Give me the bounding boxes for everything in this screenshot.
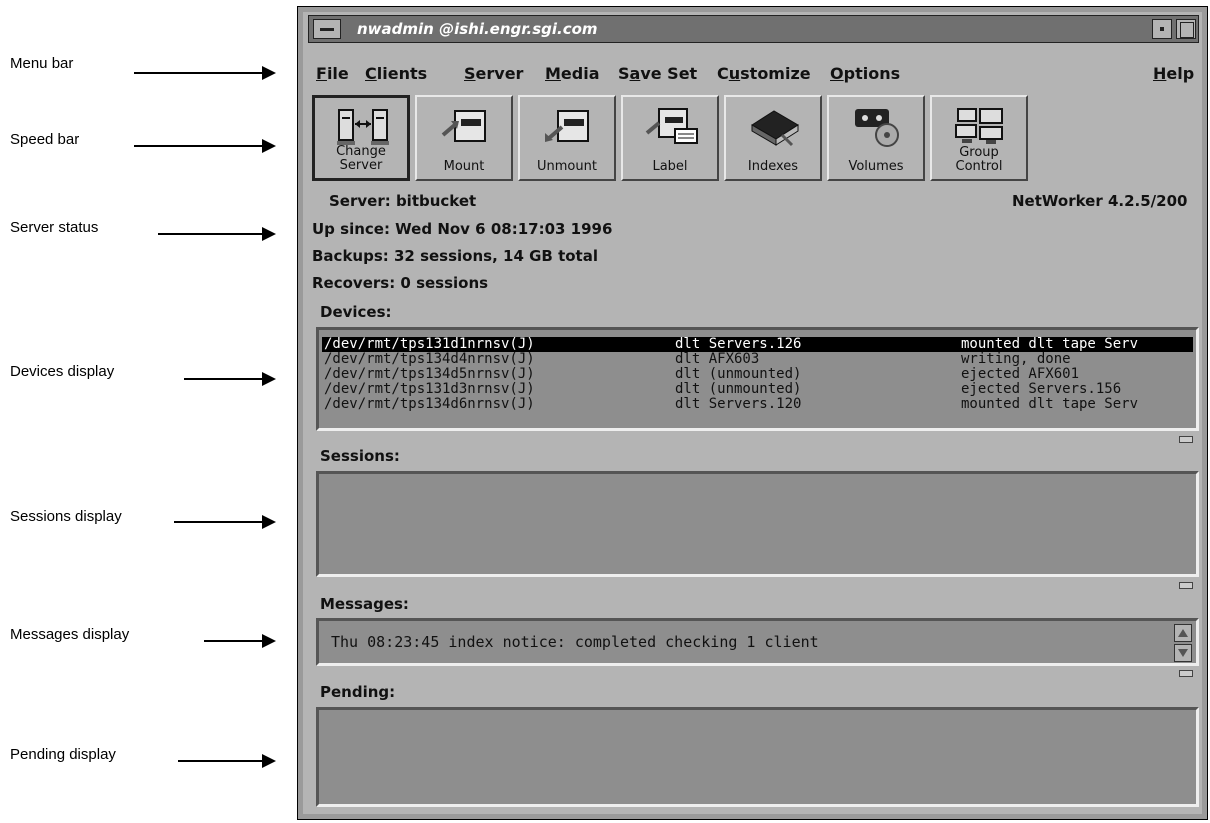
device-status: ejected AFX601 bbox=[961, 367, 1080, 382]
volumes-button[interactable]: Volumes bbox=[827, 95, 925, 181]
menu-customize[interactable]: Customize bbox=[717, 64, 811, 83]
volumes-icon bbox=[855, 109, 899, 147]
callout-devices-display: Devices display bbox=[10, 363, 115, 380]
minimize-icon[interactable] bbox=[1152, 19, 1172, 39]
recovers-status: Recovers: 0 sessions bbox=[312, 274, 489, 292]
server-name: Server: bitbucket bbox=[329, 192, 477, 210]
unmount-label: Unmount bbox=[537, 159, 597, 174]
callout-menu-bar: Menu bar bbox=[10, 55, 74, 72]
device-media: dlt AFX603 bbox=[675, 352, 760, 367]
label-button[interactable]: Label bbox=[621, 95, 719, 181]
callout-arrow bbox=[178, 754, 276, 768]
unmount-button[interactable]: Unmount bbox=[518, 95, 616, 181]
callout-messages-display: Messages display bbox=[10, 626, 130, 643]
menu-options[interactable]: Options bbox=[830, 64, 900, 83]
indexes-button[interactable]: Indexes bbox=[724, 95, 822, 181]
device-media: dlt (unmounted) bbox=[675, 367, 802, 382]
indexes-icon bbox=[751, 110, 799, 147]
callout-arrow bbox=[204, 634, 276, 648]
group-control-label: Group Control bbox=[955, 145, 1003, 174]
window-menu-icon[interactable] bbox=[313, 19, 341, 39]
label-label: Label bbox=[652, 159, 688, 174]
device-row[interactable]: /dev/rmt/tps134d4nrnsv(J) dlt AFX603 wri… bbox=[322, 352, 1193, 367]
change-server-button[interactable]: Change Server bbox=[312, 95, 410, 181]
messages-pane-sash[interactable] bbox=[1179, 670, 1193, 677]
maximize-icon[interactable] bbox=[1176, 19, 1196, 39]
device-media: dlt Servers.120 bbox=[675, 397, 802, 412]
pending-panel bbox=[316, 707, 1199, 807]
device-status: mounted dlt tape Serv bbox=[961, 397, 1139, 412]
change-server-label: Change Server bbox=[336, 144, 386, 173]
version-label: NetWorker 4.2.5/200 bbox=[1012, 192, 1188, 210]
menu-help[interactable]: Help bbox=[1153, 64, 1194, 83]
sessions-pane-sash[interactable] bbox=[1179, 582, 1193, 589]
device-row[interactable]: /dev/rmt/tps134d6nrnsv(J) dlt Servers.12… bbox=[322, 397, 1193, 412]
device-status: ejected Servers.156 bbox=[961, 382, 1122, 397]
nwadmin-window: nwadmin @ishi.engr.sgi.com File Clients … bbox=[297, 6, 1208, 820]
backups-status: Backups: 32 sessions, 14 GB total bbox=[312, 247, 598, 265]
menu-clients[interactable]: Clients bbox=[365, 64, 427, 83]
sessions-panel bbox=[316, 471, 1199, 577]
message-line: Thu 08:23:45 index notice: completed che… bbox=[331, 633, 819, 651]
mount-label: Mount bbox=[443, 159, 485, 174]
label-icon bbox=[645, 108, 698, 144]
scroll-down-icon[interactable] bbox=[1174, 644, 1192, 662]
device-status: mounted dlt tape Serv bbox=[961, 337, 1139, 352]
up-since: Up since: Wed Nov 6 08:17:03 1996 bbox=[312, 220, 613, 238]
device-path: /dev/rmt/tps134d6nrnsv(J) bbox=[324, 397, 535, 412]
menu-server[interactable]: Server bbox=[464, 64, 523, 83]
indexes-label: Indexes bbox=[747, 159, 799, 174]
device-path: /dev/rmt/tps131d1nrnsv(J) bbox=[324, 337, 535, 352]
device-row[interactable]: /dev/rmt/tps134d5nrnsv(J) dlt (unmounted… bbox=[322, 367, 1193, 382]
unmount-icon bbox=[545, 110, 589, 142]
callout-server-status: Server status bbox=[10, 219, 99, 236]
menu-media[interactable]: Media bbox=[545, 64, 600, 83]
menu-file[interactable]: File bbox=[316, 64, 349, 83]
messages-panel: Thu 08:23:45 index notice: completed che… bbox=[316, 618, 1199, 666]
callout-arrow bbox=[174, 515, 276, 529]
callout-sessions-display: Sessions display bbox=[10, 508, 122, 525]
menu-save-set[interactable]: Save Set bbox=[618, 64, 697, 83]
window-title: nwadmin @ishi.engr.sgi.com bbox=[357, 20, 598, 38]
devices-pane-sash[interactable] bbox=[1179, 436, 1193, 443]
pending-heading: Pending: bbox=[320, 683, 396, 701]
group-control-button[interactable]: Group Control bbox=[930, 95, 1028, 181]
sessions-heading: Sessions: bbox=[320, 447, 400, 465]
callout-pending-display: Pending display bbox=[10, 746, 116, 763]
title-bar[interactable]: nwadmin @ishi.engr.sgi.com bbox=[308, 15, 1199, 43]
devices-heading: Devices: bbox=[320, 303, 392, 321]
device-path: /dev/rmt/tps134d4nrnsv(J) bbox=[324, 352, 535, 367]
device-media: dlt (unmounted) bbox=[675, 382, 802, 397]
messages-heading: Messages: bbox=[320, 595, 409, 613]
device-path: /dev/rmt/tps134d5nrnsv(J) bbox=[324, 367, 535, 382]
mount-button[interactable]: Mount bbox=[415, 95, 513, 181]
device-row[interactable]: /dev/rmt/tps131d3nrnsv(J) dlt (unmounted… bbox=[322, 382, 1193, 397]
callout-arrow bbox=[158, 227, 276, 241]
scroll-up-icon[interactable] bbox=[1174, 624, 1192, 642]
device-media: dlt Servers.126 bbox=[675, 337, 802, 352]
callout-arrow bbox=[134, 139, 276, 153]
device-status: writing, done bbox=[961, 352, 1071, 367]
callout-arrow bbox=[184, 372, 276, 386]
device-row[interactable]: /dev/rmt/tps131d1nrnsv(J) dlt Servers.12… bbox=[322, 337, 1193, 352]
volumes-label: Volumes bbox=[848, 159, 904, 174]
change-server-icon bbox=[337, 109, 389, 145]
callout-speed-bar: Speed bar bbox=[10, 131, 80, 148]
devices-panel: /dev/rmt/tps131d1nrnsv(J) dlt Servers.12… bbox=[316, 327, 1199, 431]
device-path: /dev/rmt/tps131d3nrnsv(J) bbox=[324, 382, 535, 397]
mount-icon bbox=[441, 110, 486, 142]
menu-bar: File Clients Server Media Save Set Custo… bbox=[308, 59, 1199, 91]
group-control-icon bbox=[955, 108, 1003, 144]
callout-arrow bbox=[134, 66, 276, 80]
